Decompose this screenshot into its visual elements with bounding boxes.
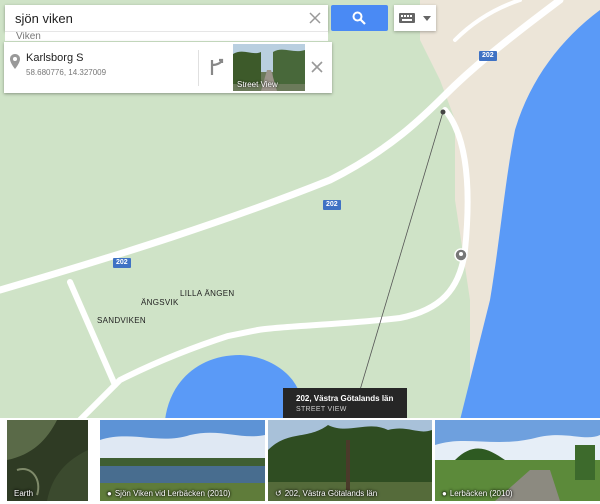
chevron-down-icon xyxy=(423,16,431,21)
photo-thumbnail[interactable]: ● Lerbäcken (2010) xyxy=(435,420,600,501)
search-button[interactable] xyxy=(331,5,388,31)
location-pin-icon xyxy=(10,54,20,69)
street-view-tooltip: 202, Västra Götalands län STREET VIEW xyxy=(283,388,407,418)
tooltip-subtitle: STREET VIEW xyxy=(296,406,347,413)
keyboard-icon xyxy=(399,13,415,23)
place-label-angsvik: ÄNGSVIK xyxy=(141,298,179,307)
thumb-label-street-view: ↺ 202, Västra Götalands län xyxy=(275,489,377,498)
camera-icon: ● xyxy=(107,489,112,498)
search-suggestion[interactable]: Viken xyxy=(5,31,328,41)
thumb-label-earth: Earth xyxy=(14,489,34,498)
imagery-filmstrip: Earth ● Sjön Viken vid Lerbäcken (2010) ↺… xyxy=(0,418,600,504)
thumb-label-photo-2: ● Lerbäcken (2010) xyxy=(442,489,513,498)
search-input[interactable] xyxy=(5,5,305,31)
earth-thumbnail[interactable]: Earth xyxy=(7,420,88,501)
keyboard-input-button[interactable] xyxy=(394,5,436,31)
street-view-photo-thumbnail[interactable]: ↺ 202, Västra Götalands län xyxy=(268,420,432,501)
thumb-label-photo-1: ● Sjön Viken vid Lerbäcken (2010) xyxy=(107,489,230,498)
divider xyxy=(198,50,199,86)
card-title: Karlsborg S xyxy=(26,52,84,64)
place-card: Karlsborg S 58.680776, 14.327009 Street … xyxy=(4,42,332,93)
map-pin-icon xyxy=(454,248,468,262)
road-shield-202: 202 xyxy=(323,200,341,210)
thumb-label-text: Sjön Viken vid Lerbäcken (2010) xyxy=(114,489,231,498)
street-view-thumbnail[interactable]: Street View xyxy=(233,44,305,91)
street-view-label: Street View xyxy=(237,80,278,89)
directions-icon[interactable] xyxy=(208,58,226,76)
place-label-sandviken: SANDVIKEN xyxy=(97,316,146,325)
road-shield-202: 202 xyxy=(479,51,497,61)
thumb-label-text: 202, Västra Götalands län xyxy=(284,489,378,498)
close-icon[interactable] xyxy=(311,61,323,73)
clear-icon[interactable] xyxy=(308,11,322,25)
road-shield-202: 202 xyxy=(113,258,131,268)
search-icon xyxy=(352,11,366,25)
camera-icon: ● xyxy=(442,489,447,498)
streetview-360-icon: ↺ xyxy=(275,489,282,498)
card-coordinates: 58.680776, 14.327009 xyxy=(26,68,107,77)
place-label-lilla-angen: LILLA ÄNGEN xyxy=(180,289,235,298)
tooltip-title: 202, Västra Götalands län xyxy=(296,394,394,403)
thumb-label-text: Lerbäcken (2010) xyxy=(449,489,513,498)
search-box xyxy=(5,5,328,31)
photo-thumbnail[interactable]: ● Sjön Viken vid Lerbäcken (2010) xyxy=(100,420,265,501)
